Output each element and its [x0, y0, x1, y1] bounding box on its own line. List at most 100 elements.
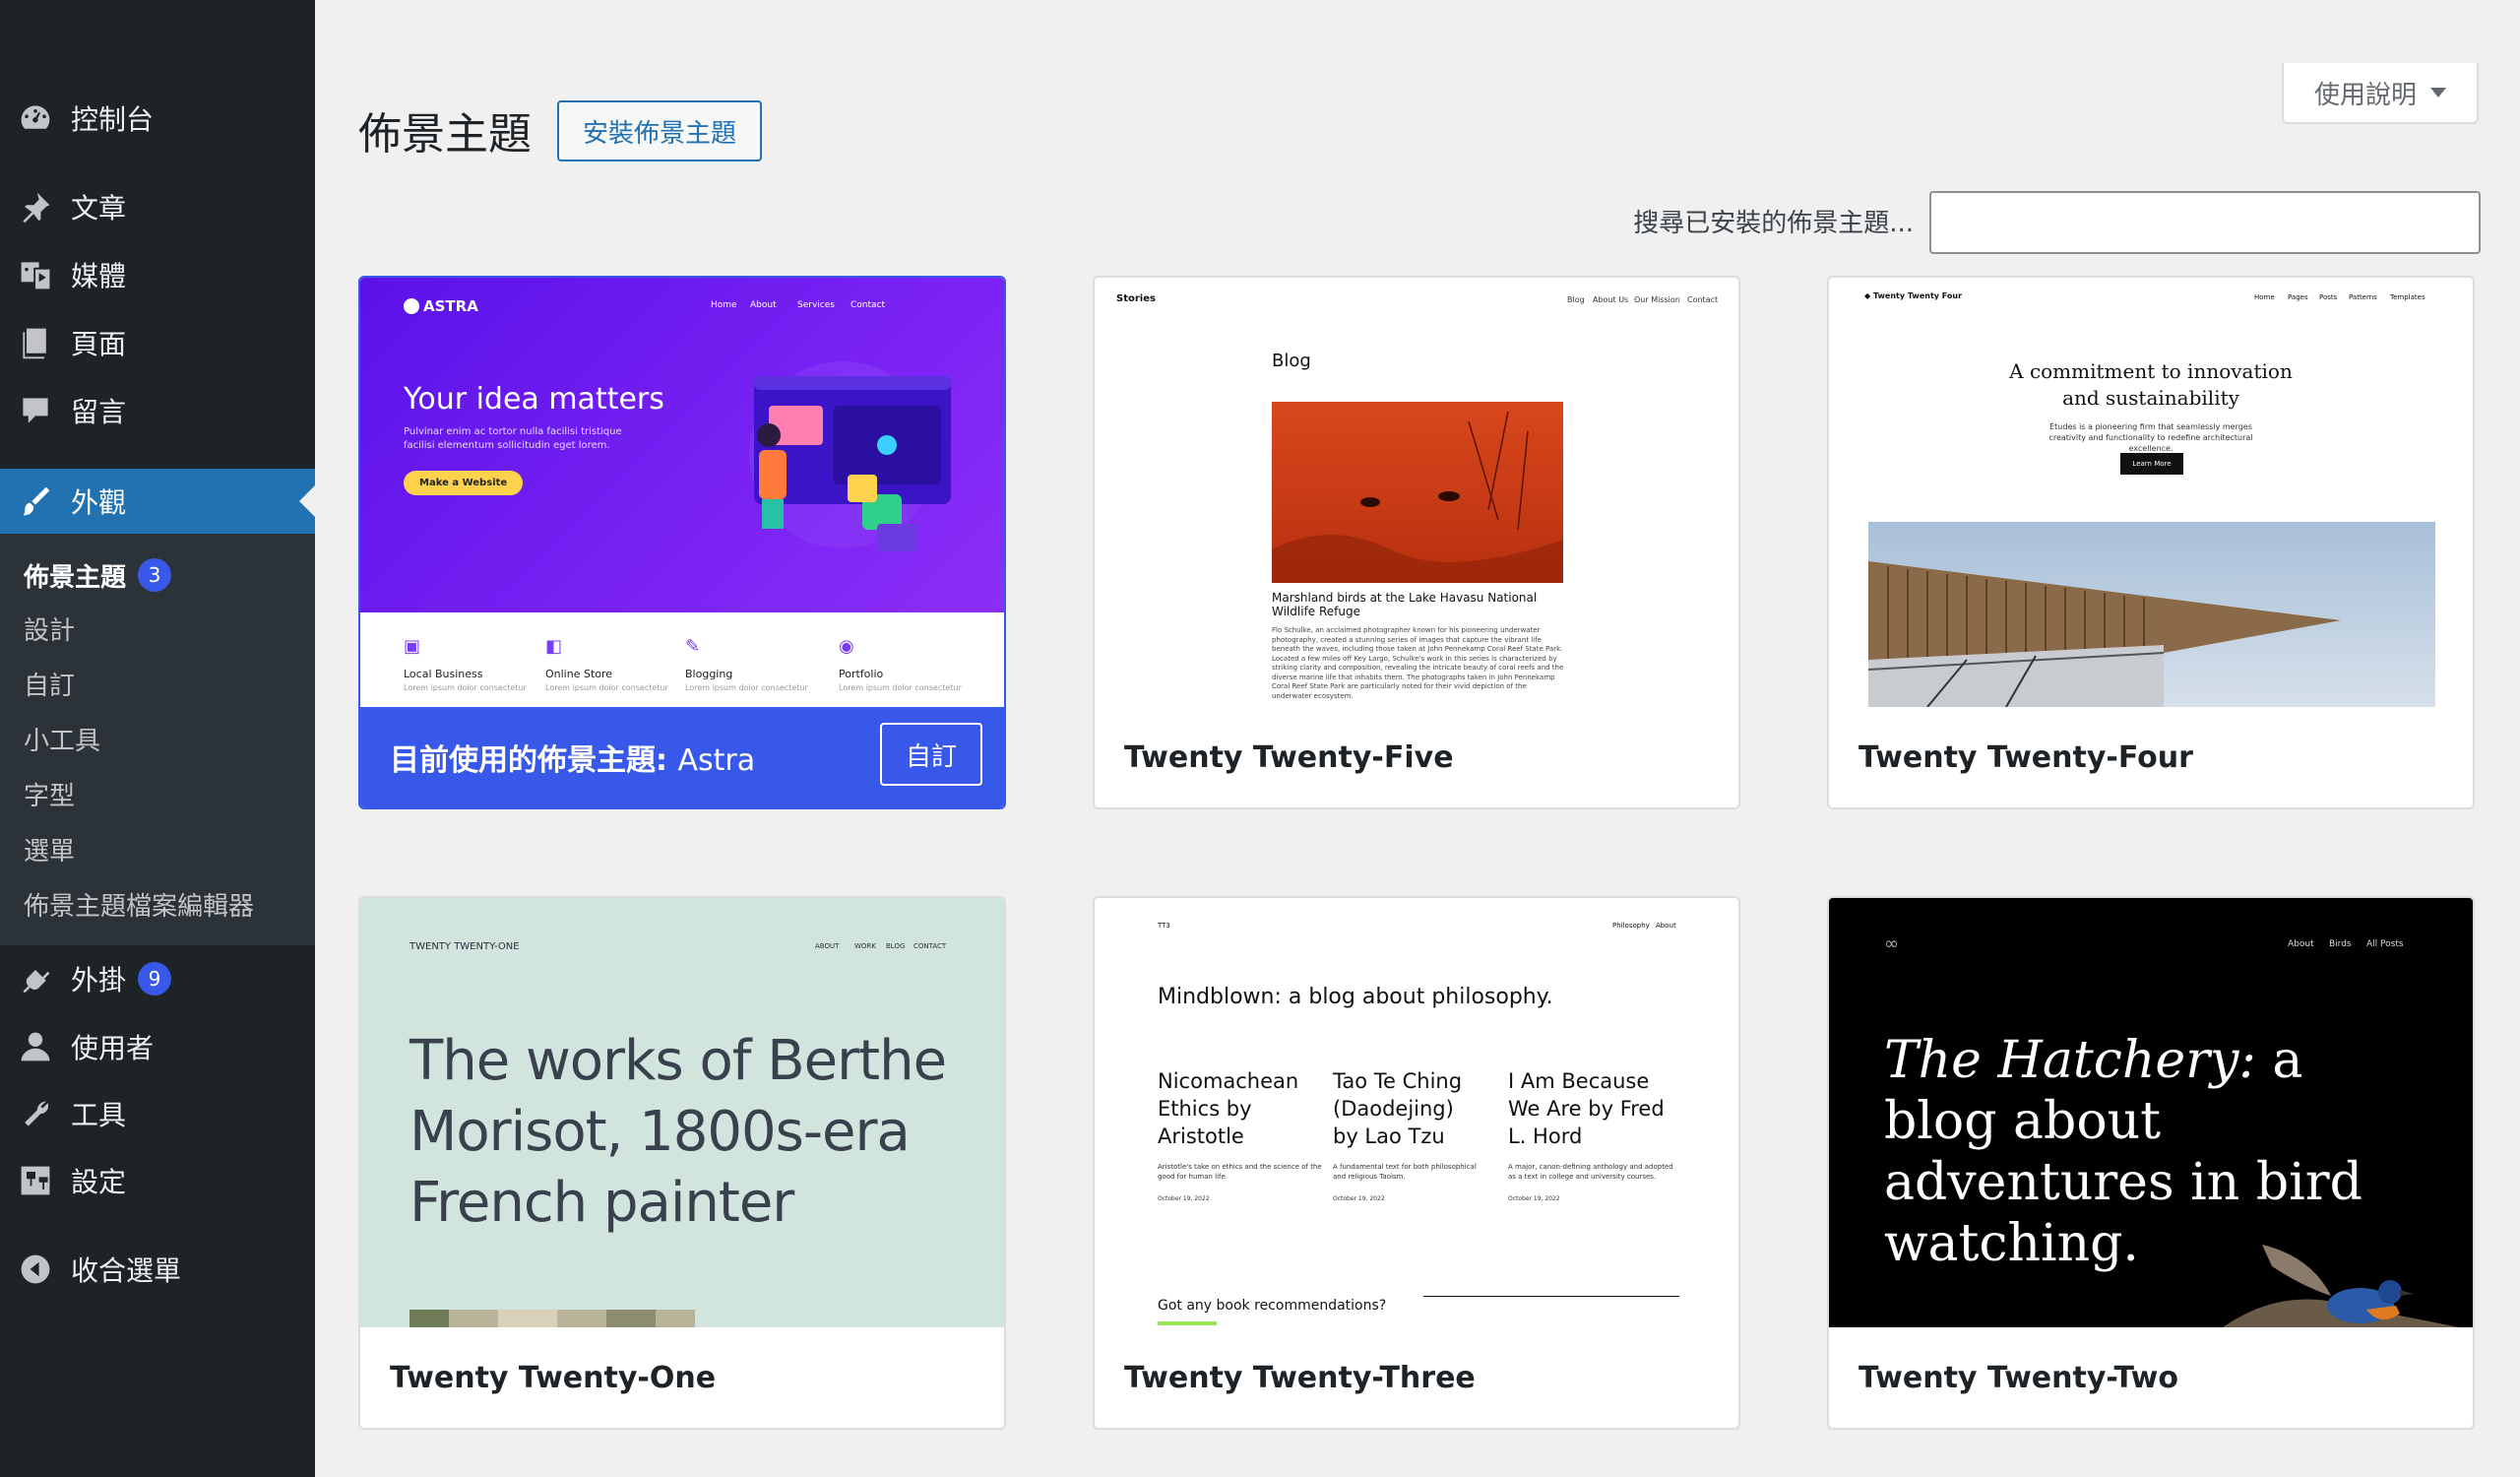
nav-link: CONTACT	[914, 942, 947, 950]
submenu-customize[interactable]: 自訂	[24, 664, 75, 703]
footer-input-line	[1423, 1296, 1679, 1297]
astra-features: ▣ ◧ ✎ ◉ Local Business Online Store Blog…	[360, 612, 1004, 707]
painting-image	[410, 1310, 695, 1327]
nav-link: Home	[711, 300, 737, 310]
logo-icon: ∞	[1884, 933, 1899, 954]
active-theme-label: 目前使用的佈景主題: Astra	[390, 736, 755, 779]
footer-question: Got any book recommendations?	[1158, 1298, 1387, 1314]
nav-link: Contact	[1687, 295, 1719, 304]
nav-link: About	[750, 300, 777, 310]
astra-logo-text: ASTRA	[423, 297, 478, 315]
submenu-theme-file-editor[interactable]: 佈景主題檔案編輯器	[24, 884, 254, 924]
theme-screenshot: TWENTY TWENTY-ONE ABOUT WORK BLOG CONTAC…	[360, 898, 1004, 1327]
nav-link: Contact	[850, 300, 886, 310]
help-toggle-button[interactable]: 使用說明	[2282, 63, 2479, 124]
active-theme-bar: 目前使用的佈景主題: Astra 自訂	[360, 707, 1004, 807]
theme-screenshot: ASTRA Home About Services Contact Your i…	[360, 278, 1004, 707]
customize-button[interactable]: 自訂	[880, 723, 982, 786]
submenu-fonts[interactable]: 字型	[24, 774, 75, 813]
help-label: 使用說明	[2313, 80, 2417, 110]
pin-icon	[16, 187, 55, 226]
menu-label: 外觀	[71, 486, 127, 519]
theme-screenshot: ◆ Twenty Twenty Four Home Pages Posts Pa…	[1829, 278, 2473, 707]
submenu-widgets[interactable]: 小工具	[24, 719, 100, 758]
menu-settings[interactable]: 設定	[0, 1151, 315, 1210]
comment-icon	[16, 391, 55, 430]
menu-label: 設定	[71, 1166, 127, 1198]
menu-label: 收合選單	[71, 1254, 182, 1287]
brush-icon	[16, 482, 55, 521]
active-prefix: 目前使用的佈景主題:	[390, 743, 667, 778]
search-label: 搜尋已安裝的佈景主題...	[1633, 209, 1914, 238]
post-date: October 19, 2022	[1158, 1195, 1210, 1202]
theme-name: Twenty Twenty-Five	[1124, 740, 1454, 775]
post-excerpt: A major, canon-defining anthology and ad…	[1508, 1163, 1673, 1181]
theme-name: Twenty Twenty-Three	[1124, 1361, 1476, 1395]
nav-link: Birds	[2329, 939, 2352, 949]
submenu-themes[interactable]: 佈景主題 3	[24, 555, 172, 595]
theme-card-twenty-twenty-two[interactable]: ∞ About Birds All Posts The Hatchery: a …	[1827, 896, 2475, 1430]
menu-dashboard[interactable]: 控制台	[0, 89, 315, 148]
post-date: October 19, 2022	[1333, 1195, 1385, 1202]
site-title: TT3	[1158, 922, 1170, 930]
nav-link: About	[2288, 939, 2314, 949]
bag-icon: ◧	[545, 636, 563, 657]
caret-down-icon	[2430, 88, 2446, 97]
theme-card-twenty-twenty-three[interactable]: TT3 Philosophy About Mindblown: a blog a…	[1093, 896, 1740, 1430]
menu-media[interactable]: 媒體	[0, 245, 315, 304]
menu-label: 媒體	[71, 260, 127, 292]
theme-card-astra[interactable]: ASTRA Home About Services Contact Your i…	[358, 276, 1006, 809]
nav-link: Philosophy	[1612, 922, 1650, 930]
nav-link: Our Mission	[1634, 295, 1680, 304]
page-title: 佈景主題	[358, 109, 532, 160]
menu-collapse[interactable]: 收合選單	[0, 1240, 315, 1299]
post-featured-image	[1272, 402, 1563, 583]
menu-label: 頁面	[71, 328, 127, 360]
astra-headline: Your idea matters	[404, 382, 664, 417]
theme-name: Twenty Twenty-One	[390, 1361, 717, 1395]
hero-image	[1868, 522, 2435, 707]
search-themes-input[interactable]	[1929, 191, 2481, 254]
theme-screenshot: TT3 Philosophy About Mindblown: a blog a…	[1095, 898, 1738, 1327]
feature-text: Lorem ipsum dolor consectetur	[404, 683, 527, 692]
menu-plugins[interactable]: 外掛 9	[0, 949, 315, 1008]
media-icon	[16, 255, 55, 294]
user-icon	[16, 1027, 55, 1066]
nav-link: Pages	[2288, 293, 2308, 301]
post-excerpt: Aristotle's take on ethics and the scien…	[1158, 1163, 1322, 1181]
check-icon: ◉	[839, 636, 854, 657]
menu-users[interactable]: 使用者	[0, 1017, 315, 1076]
theme-screenshot: ∞ About Birds All Posts The Hatchery: a …	[1829, 898, 2473, 1327]
nav-link: Services	[797, 300, 835, 310]
astra-logo: ASTRA	[404, 297, 478, 315]
menu-label: 控制台	[71, 103, 155, 136]
blog-heading: Blog	[1272, 351, 1311, 371]
menu-appearance[interactable]: 外觀	[0, 469, 315, 534]
theme-card-twenty-twenty-four[interactable]: ◆ Twenty Twenty Four Home Pages Posts Pa…	[1827, 276, 2475, 809]
nav-link: WORK	[854, 942, 876, 950]
submenu-design[interactable]: 設計	[24, 609, 75, 648]
post-title: I Am Because We Are by Fred L. Hord	[1508, 1069, 1665, 1148]
submenu-menus[interactable]: 選單	[24, 829, 75, 868]
nav-link: Blog	[1567, 295, 1585, 304]
site-title-text: Twenty Twenty Four	[1872, 291, 1963, 300]
install-theme-button[interactable]: 安裝佈景主題	[557, 100, 762, 161]
menu-posts[interactable]: 文章	[0, 177, 315, 236]
menu-label: 使用者	[71, 1032, 155, 1064]
feature-text: Lorem ipsum dolor consectetur	[545, 683, 668, 692]
building-icon: ▣	[404, 636, 421, 657]
themes-count-badge: 3	[138, 558, 172, 592]
feature-title: Local Business	[404, 668, 483, 680]
theme-card-twenty-twenty-five[interactable]: Stories Blog About Us Our Mission Contac…	[1093, 276, 1740, 809]
menu-pages[interactable]: 頁面	[0, 313, 315, 372]
menu-tools[interactable]: 工具	[0, 1084, 315, 1143]
astra-cta: Make a Website	[404, 471, 524, 495]
hero-headline-em: The Hatchery:	[1884, 1031, 2256, 1090]
collapse-icon	[16, 1250, 55, 1289]
menu-comments[interactable]: 留言	[0, 381, 315, 440]
post-title: Tao Te Ching (Daodejing) by Lao Tzu	[1333, 1069, 1463, 1148]
pages-icon	[16, 323, 55, 362]
theme-card-twenty-twenty-one[interactable]: TWENTY TWENTY-ONE ABOUT WORK BLOG CONTAC…	[358, 896, 1006, 1430]
post-date: October 19, 2022	[1508, 1195, 1560, 1202]
feature-text: Lorem ipsum dolor consectetur	[839, 683, 962, 692]
